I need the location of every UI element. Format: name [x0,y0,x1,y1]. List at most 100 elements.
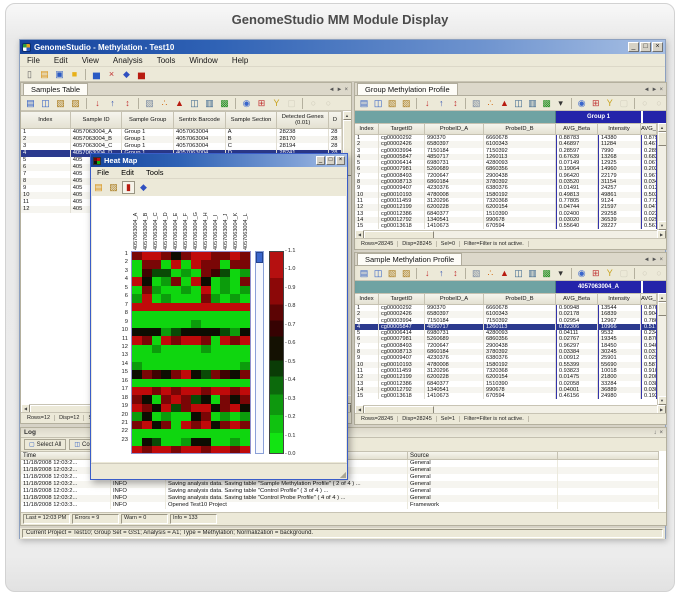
sample-vertical-scrollbar[interactable]: ▲ ▼ [657,293,666,405]
copy-icon[interactable]: ▤ [24,97,37,110]
box-plot-icon[interactable]: ◫ [512,267,524,280]
import-table-icon[interactable]: ▧ [386,267,398,280]
bar-analysis-icon[interactable]: ▅ [90,68,103,81]
pin-rows-icon[interactable]: ○ [639,267,651,280]
tab-scroll-right-icon[interactable]: ► [337,87,343,93]
sort-ascending-icon[interactable]: ↓ [421,97,433,110]
box-plot-icon[interactable]: ◫ [512,97,524,110]
scroll-down-icon[interactable]: ▼ [658,221,667,230]
pin-columns-icon[interactable]: ○ [653,97,665,110]
tab-samples-table[interactable]: Samples Table [23,83,88,95]
scroll-up-icon[interactable]: ▲ [658,123,667,132]
column-header-sample-section[interactable]: Sample Section [226,111,278,129]
column-header-col4[interactable] [558,451,659,460]
pin-columns-icon[interactable]: ○ [653,267,665,280]
close-button[interactable]: × [652,42,663,52]
open-heatmap-icon[interactable]: ▤ [92,181,105,194]
resize-grip-icon[interactable]: ◢ [340,470,346,479]
pin-rows-icon[interactable]: ○ [639,97,651,110]
line-plot-icon[interactable]: ▧ [470,267,482,280]
column-header-sample-id[interactable]: Sample ID [71,111,123,129]
histogram-plot-icon[interactable]: ▲ [173,97,186,110]
column-header-intensity[interactable]: Intensity [598,293,641,305]
plot-type-dropdown-icon[interactable]: ▾ [555,267,567,280]
sort-ascending-icon[interactable]: ↓ [91,97,104,110]
copy-all-icon[interactable]: ◫ [372,267,384,280]
column-header-probeid-a[interactable]: ProbeID_A [425,293,484,305]
tab-group-methylation-profile[interactable]: Group Methylation Profile [357,83,458,95]
bar-chart-icon[interactable]: ▥ [527,97,539,110]
clear-filter-icon[interactable]: ▢ [618,97,630,110]
scroll-thumb[interactable] [256,252,263,263]
tab-scroll-right-icon[interactable]: ► [652,257,658,263]
histogram-plot-icon[interactable]: ▲ [498,267,510,280]
histogram-plot-icon[interactable]: ▲ [498,97,510,110]
column-header-index[interactable]: Index [355,293,379,305]
export-table-icon[interactable]: ▨ [400,267,412,280]
copy-icon[interactable]: ▤ [358,267,370,280]
table-row[interactable]: 11/18/2008 12:03:2...INFOSaving analysis… [21,488,666,495]
heat-map-plot-icon[interactable]: ▩ [541,97,553,110]
tab-scroll-right-icon[interactable]: ► [652,87,658,93]
line-plot-icon[interactable]: ▧ [143,97,156,110]
column-header-d[interactable]: D [329,111,342,129]
menu-item-file[interactable]: File [91,168,115,177]
dendrogram-icon[interactable]: ◆ [137,181,150,194]
group-vertical-scrollbar[interactable]: ▲ ▼ [657,123,666,230]
sort-descending-icon[interactable]: ↑ [435,97,447,110]
sort-multi-icon[interactable]: ↕ [449,97,461,110]
zoom-icon[interactable]: ◉ [576,267,588,280]
column-header-targetid[interactable]: TargetID [379,123,425,135]
scroll-up-icon[interactable]: ▲ [658,293,667,302]
import-table-icon[interactable]: ▧ [54,97,67,110]
pin-icon[interactable]: ↓ [653,430,656,436]
sort-descending-icon[interactable]: ↑ [435,267,447,280]
menu-item-file[interactable]: File [20,56,47,65]
scatter-analysis-icon[interactable]: × [105,68,118,81]
clear-filter-icon[interactable]: ▢ [285,97,298,110]
plot-type-dropdown-icon[interactable]: ▾ [555,97,567,110]
heat-map-plot-icon[interactable]: ▩ [218,97,231,110]
export-table-icon[interactable]: ▨ [69,97,82,110]
import-table-icon[interactable]: ▧ [386,97,398,110]
export-image-icon[interactable]: ▨ [107,181,120,194]
sort-descending-icon[interactable]: ↑ [106,97,119,110]
menu-item-view[interactable]: View [75,56,106,65]
column-header-index[interactable]: Index [21,111,71,129]
sort-multi-icon[interactable]: ↕ [121,97,134,110]
scroll-thumb[interactable] [658,302,667,316]
filter-icon[interactable]: Y [604,97,616,110]
column-header-targetid[interactable]: TargetID [379,293,425,305]
zoom-icon[interactable]: ◉ [240,97,253,110]
table-row[interactable]: 24057063004_BGroup 14057063004B2817028 [21,136,342,143]
table-row[interactable]: 11/18/2008 12:03:2...INFOSaving analysis… [21,495,666,502]
group-horizontal-scrollbar[interactable]: ◀ ▶ [355,230,666,238]
column-header-avg-[interactable]: AVG_ [641,293,657,305]
cluster-analysis-icon[interactable]: ◆ [120,68,133,81]
sample-horizontal-scrollbar[interactable]: ◀ ▶ [355,405,666,413]
scatter-plot-icon[interactable]: ∴ [158,97,171,110]
tab-sample-methylation-profile[interactable]: Sample Methylation Profile [357,253,462,265]
copy-all-icon[interactable]: ◫ [372,97,384,110]
menu-item-analysis[interactable]: Analysis [106,56,150,65]
column-header-sentrix-barcode[interactable]: Sentrix Barcode [174,111,226,129]
bar-chart-icon[interactable]: ▥ [527,267,539,280]
expand-icon[interactable]: ⊞ [590,97,602,110]
box-plot-icon[interactable]: ◫ [188,97,201,110]
expand-icon[interactable]: ⊞ [590,267,602,280]
heatmap-mode-icon[interactable]: ▮ [122,181,135,194]
menu-item-edit[interactable]: Edit [115,168,140,177]
menu-item-tools[interactable]: Tools [150,56,183,65]
restore-button[interactable]: □ [326,156,335,165]
histogram-analysis-icon[interactable]: ▅ [135,68,148,81]
menu-item-tools[interactable]: Tools [140,168,170,177]
bar-chart-icon[interactable]: ▥ [203,97,216,110]
column-header-avg-[interactable]: AVG_ [641,123,657,135]
column-header-probeid-b[interactable]: ProbeID_B [484,293,556,305]
tab-close-icon[interactable]: × [659,87,663,93]
filter-icon[interactable]: Y [604,267,616,280]
column-header-detected-genes-0-01-[interactable]: Detected Genes (0.01) [277,111,329,129]
filter-icon[interactable]: Y [270,97,283,110]
heat-map-window[interactable]: Heat Map _□× FileEditTools ▤▨▮◆ 40570630… [90,153,348,480]
tab-close-icon[interactable]: × [344,87,348,93]
